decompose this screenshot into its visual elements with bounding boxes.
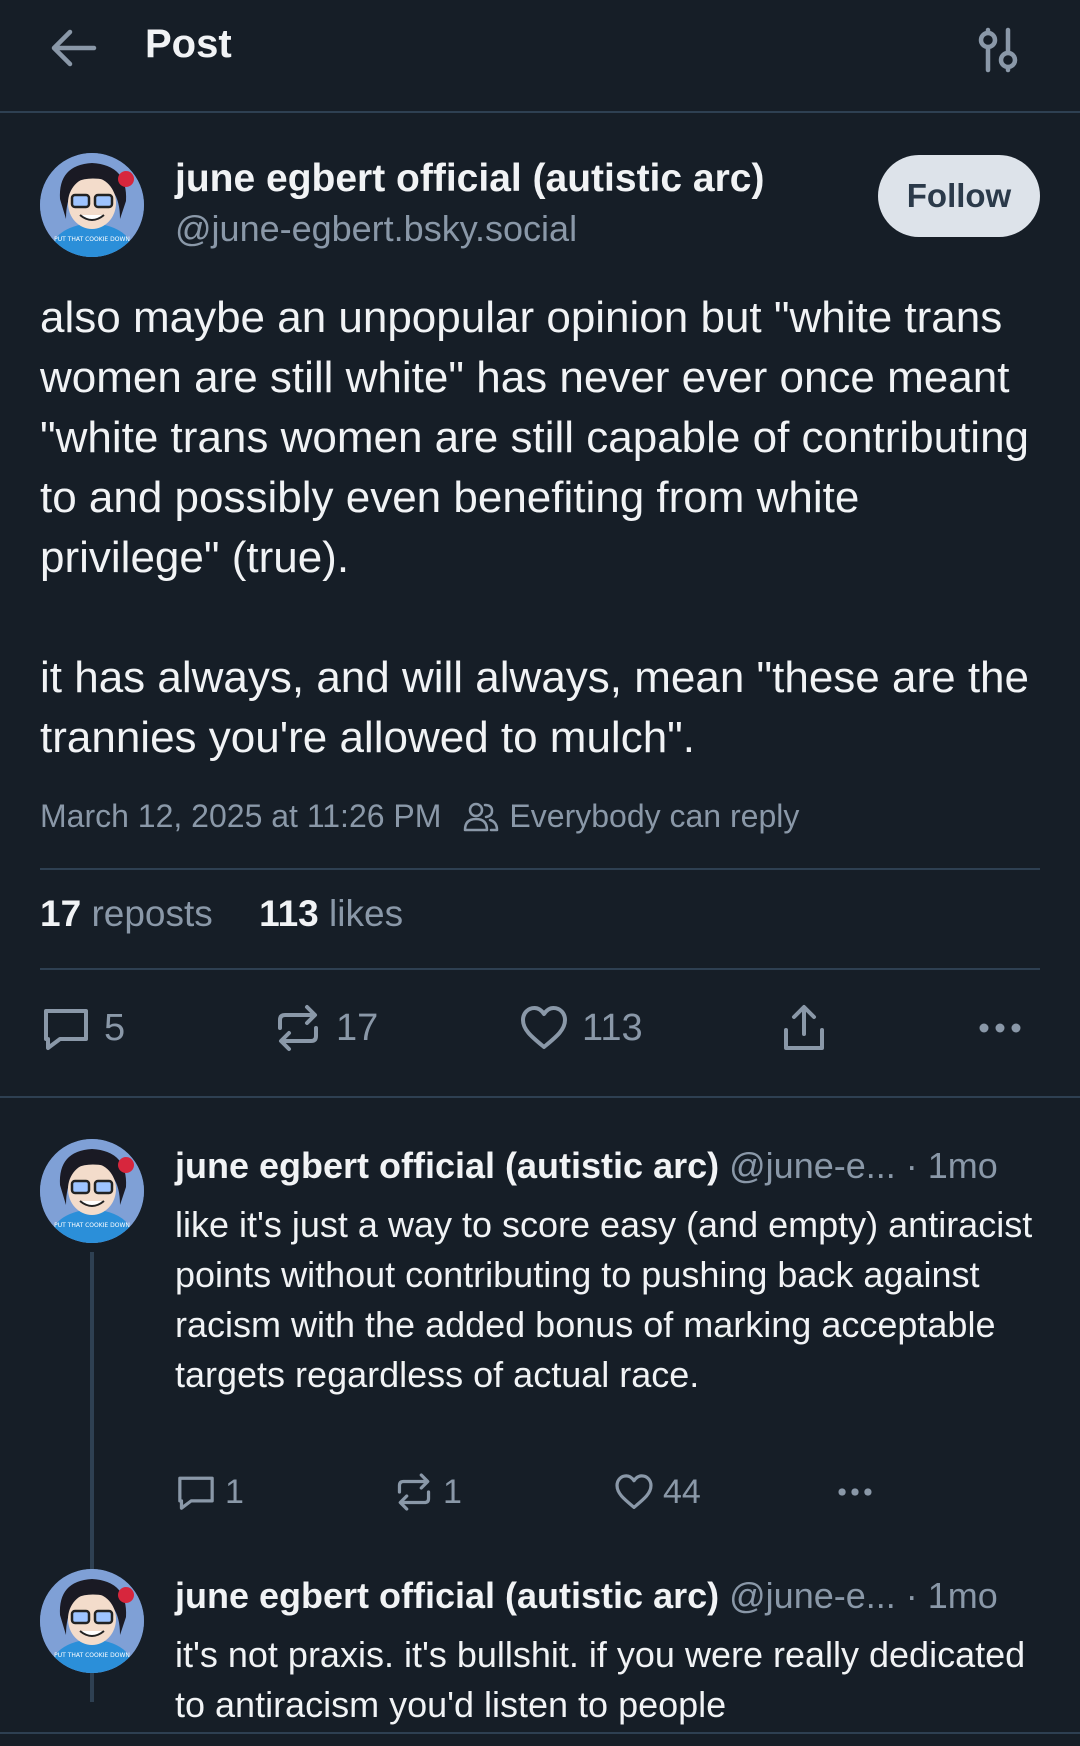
people-icon	[464, 802, 499, 831]
reposts-stat[interactable]: 17 reposts	[40, 893, 213, 934]
comment-icon	[44, 1009, 88, 1050]
reply-actions: 1 1 44	[175, 1465, 875, 1519]
repost-icon	[278, 1005, 318, 1051]
back-button[interactable]	[46, 24, 102, 72]
author-name[interactable]: june egbert official (autistic arc)	[175, 157, 764, 201]
repost-button[interactable]: 17	[272, 993, 378, 1063]
likes-label: likes	[329, 893, 404, 934]
page-title: Post	[145, 22, 232, 66]
reply-header: june egbert official (autistic arc) @jun…	[175, 1575, 998, 1617]
reply-author-name[interactable]: june egbert official (autistic arc)	[175, 1575, 719, 1616]
reply-button[interactable]: 5	[40, 993, 125, 1063]
avatar-caption: PUT THAT COOKIE DOWN	[54, 1222, 130, 1229]
like-button[interactable]: 44	[613, 1465, 701, 1519]
likes-count: 113	[259, 893, 319, 934]
heart-icon	[521, 1006, 567, 1049]
heart-icon	[615, 1474, 653, 1509]
more-icon	[838, 1488, 872, 1496]
reply-text: like it's just a way to score easy (and …	[175, 1204, 1033, 1395]
engagement-stats: 17 reposts 113 likes	[40, 893, 439, 935]
reply-header: june egbert official (autistic arc) @jun…	[175, 1145, 998, 1187]
avatar-image: PUT THAT COOKIE DOWN	[40, 153, 144, 257]
reply-time: · 1mo	[905, 1145, 998, 1186]
thread-settings-button[interactable]	[972, 26, 1024, 74]
repost-button[interactable]: 1	[393, 1465, 462, 1519]
reposts-label: reposts	[91, 893, 213, 934]
reply-count: 1	[225, 1472, 244, 1511]
post-meta: March 12, 2025 at 11:26 PM Everybody can…	[40, 798, 799, 835]
share-icon	[784, 1005, 824, 1050]
reply-author-handle[interactable]: @june-e...	[729, 1575, 896, 1616]
avatar-image: PUT THAT COOKIE DOWN	[40, 1569, 144, 1673]
bottom-divider	[0, 1732, 1080, 1734]
reply-text: it's not praxis. it's bullshit. if you w…	[175, 1634, 1026, 1725]
post-text: also maybe an unpopular opinion but "whi…	[40, 288, 1050, 768]
post-paragraph: it has always, and will always, mean "th…	[40, 653, 1029, 762]
like-count: 113	[582, 1006, 643, 1049]
arrow-left-icon	[51, 29, 97, 67]
share-button[interactable]	[778, 993, 842, 1063]
avatar-image: PUT THAT COOKIE DOWN	[40, 1139, 144, 1243]
avatar[interactable]: PUT THAT COOKIE DOWN	[40, 1139, 144, 1243]
reply-count: 5	[104, 1006, 126, 1049]
repost-count: 17	[336, 1006, 379, 1049]
likes-stat[interactable]: 113 likes	[259, 893, 403, 934]
reply-author-name[interactable]: june egbert official (autistic arc)	[175, 1145, 719, 1186]
reposts-count: 17	[40, 893, 82, 934]
more-icon	[979, 1023, 1021, 1033]
divider	[40, 968, 1040, 970]
avatar-caption: PUT THAT COOKIE DOWN	[54, 1652, 130, 1659]
author-handle[interactable]: @june-egbert.bsky.social	[175, 208, 577, 250]
avatar[interactable]: PUT THAT COOKIE DOWN	[40, 153, 144, 257]
repost-count: 1	[443, 1472, 462, 1511]
like-count: 44	[663, 1472, 701, 1511]
avatar[interactable]: PUT THAT COOKIE DOWN	[40, 1569, 144, 1673]
more-options-button[interactable]	[833, 1465, 885, 1519]
reply-setting-label: Everybody can reply	[509, 798, 800, 834]
reply-author-handle[interactable]: @june-e...	[729, 1145, 896, 1186]
follow-button[interactable]: Follow	[878, 155, 1040, 237]
post-actions: 5 17 113	[40, 993, 1040, 1063]
reply-time: · 1mo	[905, 1575, 998, 1616]
more-options-button[interactable]	[976, 993, 1036, 1063]
repost-icon	[397, 1473, 431, 1511]
post-timestamp: March 12, 2025 at 11:26 PM	[40, 798, 442, 834]
avatar-caption: PUT THAT COOKIE DOWN	[54, 236, 130, 243]
divider	[40, 868, 1040, 870]
top-bar: Post	[0, 0, 1080, 113]
reply-button[interactable]: 1	[175, 1465, 244, 1519]
sliders-icon	[978, 27, 1018, 73]
reply-setting[interactable]: Everybody can reply	[463, 798, 799, 835]
like-button[interactable]: 113	[518, 993, 643, 1063]
post-paragraph: also maybe an unpopular opinion but "whi…	[40, 293, 1030, 582]
comment-icon	[178, 1476, 214, 1510]
section-divider	[0, 1096, 1080, 1098]
